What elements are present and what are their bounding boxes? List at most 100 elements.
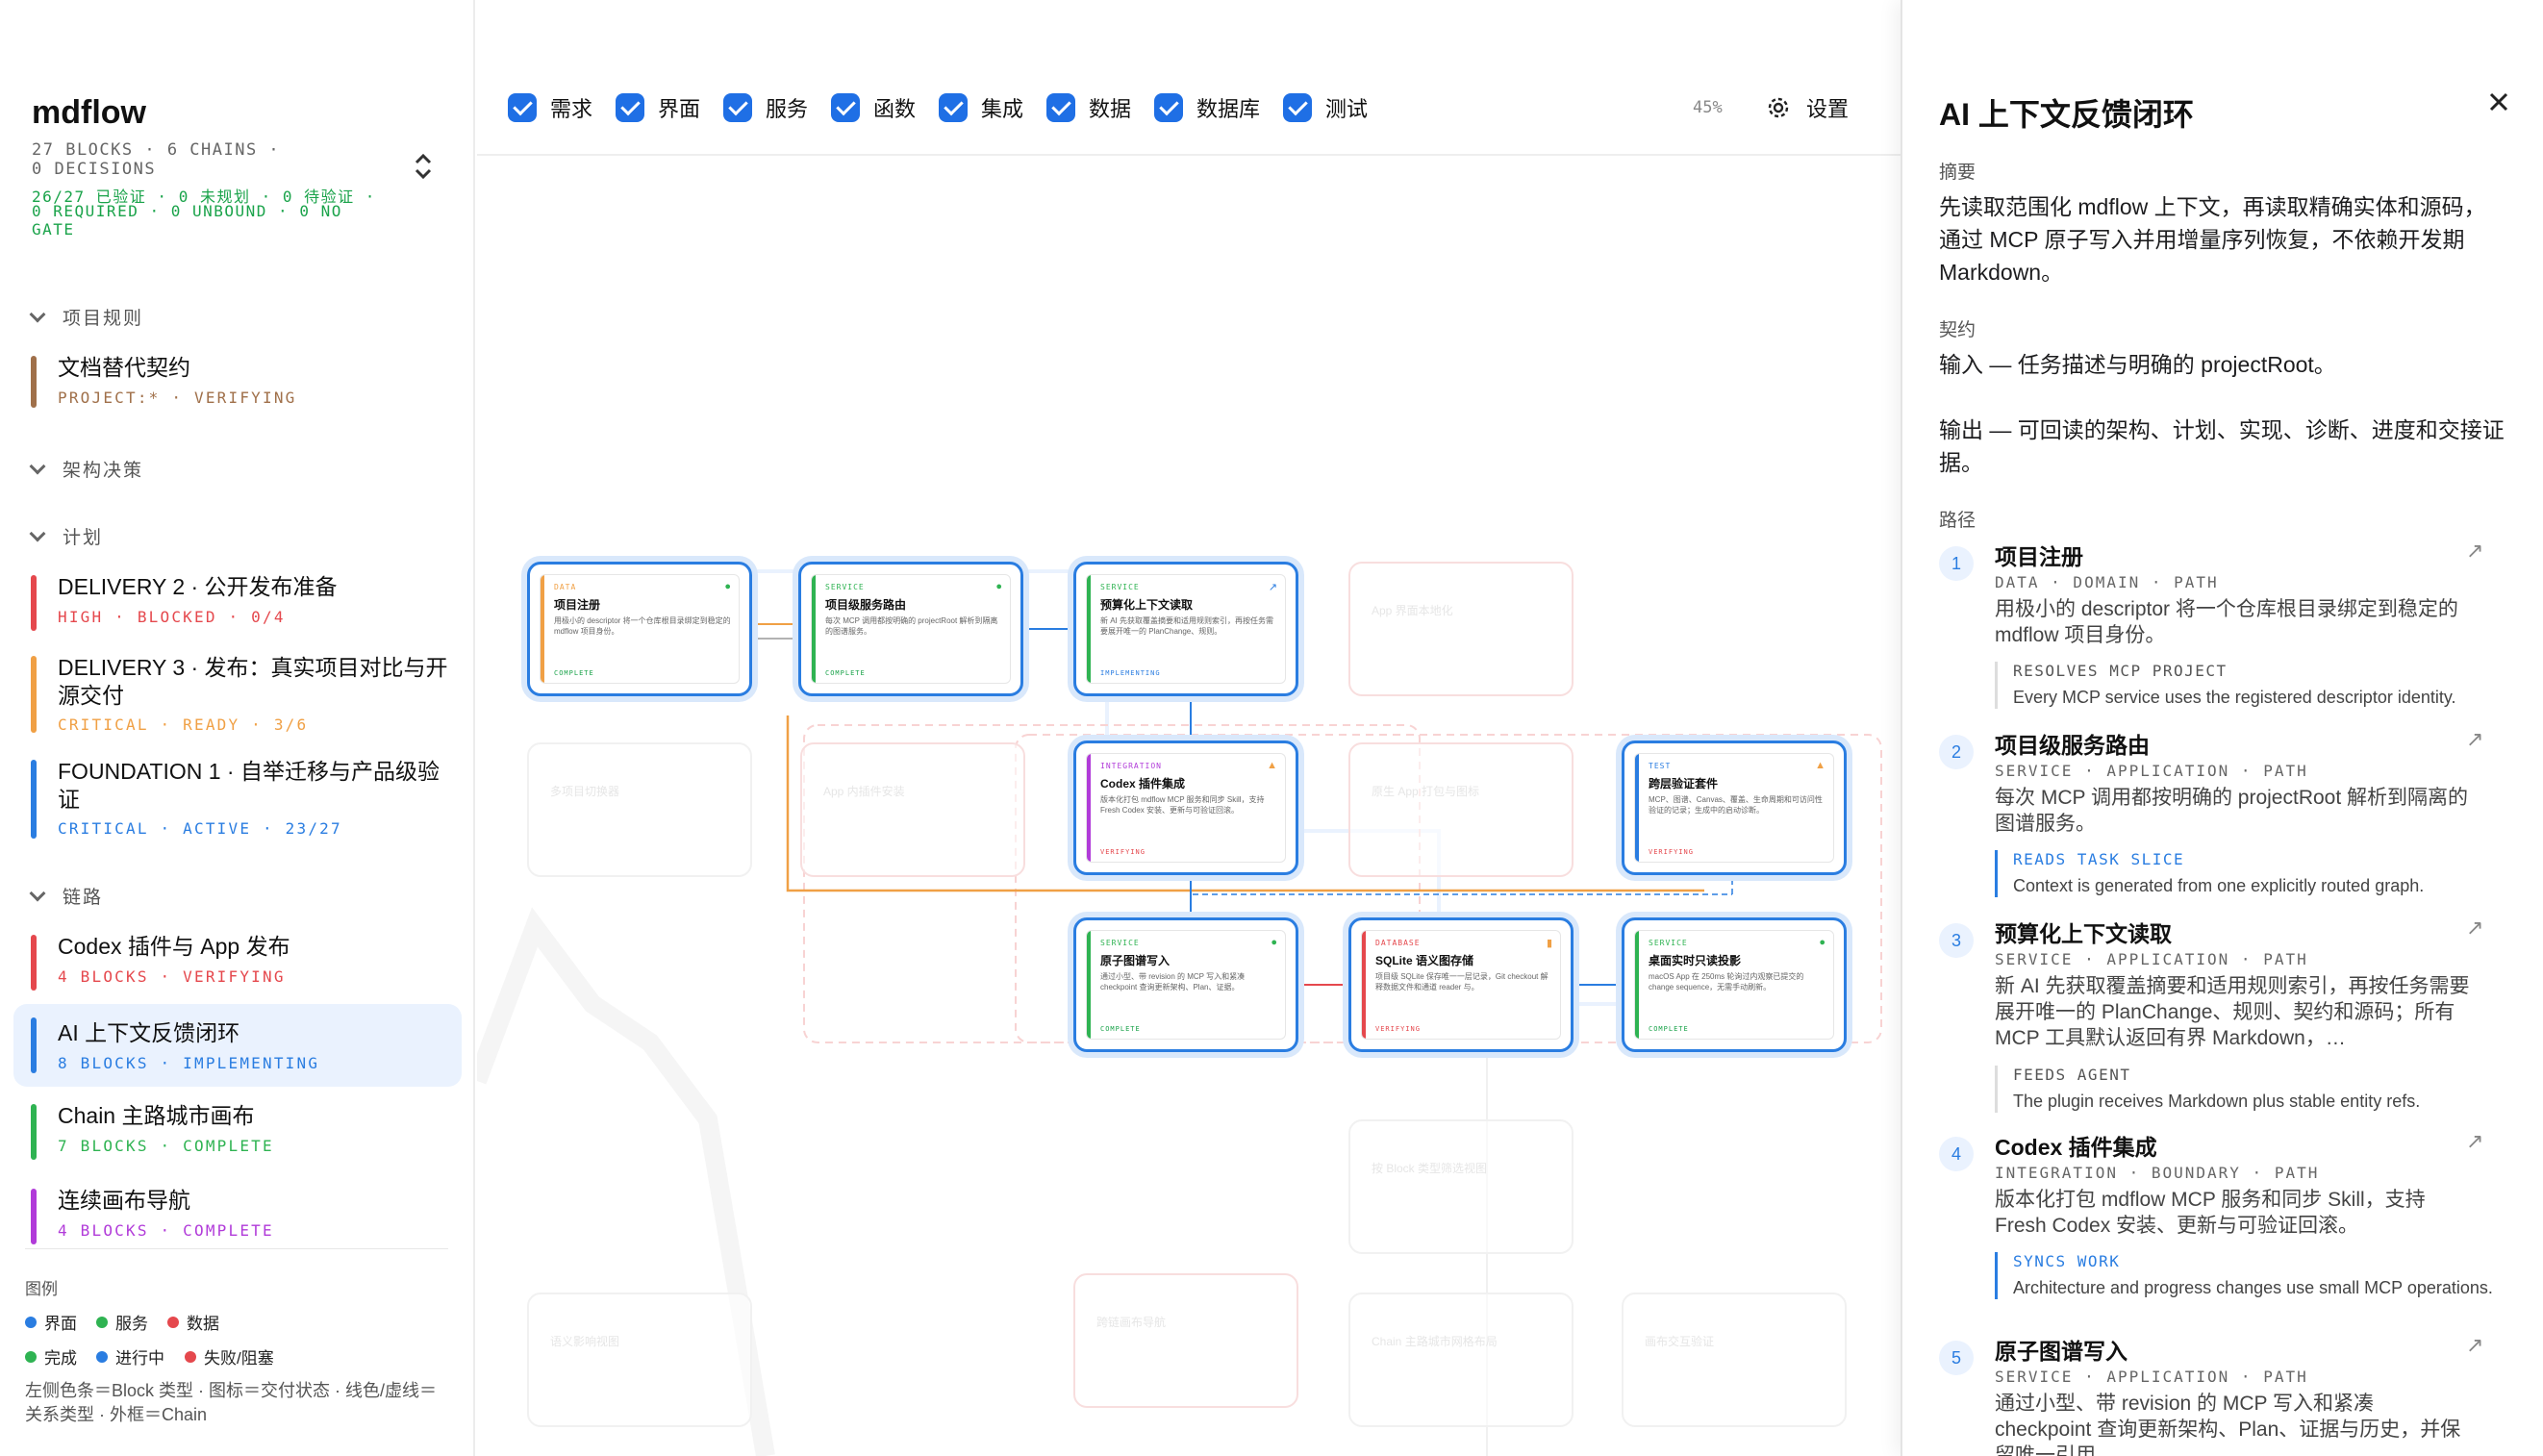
summary-label: 摘要 (1939, 163, 1976, 183)
project-title: mdflow (32, 94, 146, 131)
filter-data[interactable]: 数据 (1046, 92, 1131, 123)
path-step[interactable]: 4 Codex 插件集成 ↗ INTEGRATION · BOUNDARY · … (1939, 1129, 2516, 1331)
sidebar-item-chain[interactable]: Chain 主路城市画布 7 BLOCKS · COMPLETE (13, 1094, 462, 1166)
filter-database[interactable]: 数据库 (1154, 92, 1260, 123)
sidebar-item-chain-selected[interactable]: AI 上下文反馈闭环 8 BLOCKS · IMPLEMENTING (13, 1004, 462, 1087)
path-step[interactable]: 1 项目注册 ↗ DATA · DOMAIN · PATH 用极小的 descr… (1939, 539, 2516, 721)
project-meta-decisions: 0 DECISIONS (32, 160, 157, 179)
graph-canvas[interactable]: App 界面本地化 多项目切换器 App 内插件安装 原生 App 打包与图标 … (477, 158, 1901, 1456)
graph-node[interactable]: SERVICE ● 原子图谱写入 通过小型、带 revision 的 MCP 写… (1073, 917, 1298, 1052)
filter-function[interactable]: 函数 (831, 92, 916, 123)
in-progress-arrow-icon: ↗ (1268, 582, 1277, 593)
warning-icon: ▮ (1546, 938, 1552, 949)
checkbox-checked-icon[interactable] (831, 93, 860, 122)
sidebar-item-chain[interactable]: 连续画布导航 4 BLOCKS · COMPLETE (13, 1179, 462, 1250)
project-switcher-icon[interactable] (412, 152, 435, 181)
checkbox-checked-icon[interactable] (1283, 93, 1312, 122)
filter-integration[interactable]: 集成 (939, 92, 1023, 123)
relation: FEEDS AGENT The plugin receives Markdown… (1995, 1066, 2514, 1113)
checkbox-checked-icon[interactable] (616, 93, 644, 122)
legend-item: 服务 (96, 1310, 148, 1334)
faded-node[interactable]: 画布交互验证 (1622, 1293, 1847, 1427)
faded-node[interactable]: 跨链画布导航 (1073, 1273, 1298, 1408)
filter-test[interactable]: 测试 (1283, 92, 1368, 123)
legend-item: 数据 (167, 1310, 219, 1334)
open-arrow-icon[interactable]: ↗ (2466, 916, 2483, 941)
section-decisions[interactable]: 架构决策 (29, 456, 143, 482)
app-window: mdflow 27 BLOCKS · 6 CHAINS · 0 DECISION… (0, 0, 2543, 1456)
summary-text: 先读取范围化 mdflow 上下文，再读取精确实体和源码，通过 MCP 原子写入… (1939, 194, 2486, 285)
faded-node[interactable]: App 内插件安装 (800, 742, 1025, 877)
checkbox-checked-icon[interactable] (1154, 93, 1183, 122)
graph-node[interactable]: DATABASE ▮ SQLite 语义图存储 项目级 SQLite 保存唯一一… (1348, 917, 1574, 1052)
legend-item: 失败/阻塞 (185, 1344, 274, 1368)
faded-node[interactable]: 原生 App 打包与图标 (1348, 742, 1574, 877)
divider (25, 1248, 448, 1249)
faded-node[interactable]: 按 Block 类型筛选视图 (1348, 1119, 1574, 1254)
filter-service[interactable]: 服务 (723, 92, 808, 123)
contract-label: 契约 (1939, 320, 1976, 340)
contract-input: 输入 — 任务描述与明确的 projectRoot。 (1939, 352, 2336, 377)
open-arrow-icon[interactable]: ↗ (2466, 1129, 2483, 1154)
relation: RESOLVES MCP PROJECT Every MCP service u… (1995, 662, 2514, 709)
path-step[interactable]: 5 原子图谱写入 ↗ SERVICE · APPLICATION · PATH … (1939, 1333, 2516, 1456)
zoom-level: 45% (1693, 98, 1723, 117)
chevron-down-icon (29, 525, 46, 541)
filter-toolbar: 需求 界面 服务 函数 集成 数据 数据库 测试 45% 设置 (477, 85, 1901, 156)
sidebar-item-plan[interactable]: FOUNDATION 1 · 自举迁移与产品级验证 CRITICAL · ACT… (13, 750, 462, 846)
open-arrow-icon[interactable]: ↗ (2466, 1333, 2483, 1358)
faded-node[interactable]: Chain 主路城市网格布局 (1348, 1293, 1574, 1427)
complete-check-icon: ● (1819, 937, 1825, 948)
legend-item: 进行中 (96, 1344, 164, 1368)
section-plan[interactable]: 计划 (29, 523, 103, 549)
path-step[interactable]: 2 项目级服务路由 ↗ SERVICE · APPLICATION · PATH… (1939, 727, 2516, 910)
legend-note: 左侧色条＝Block 类型 · 图标＝交付状态 · 线色/虚线＝关系类型 · 外… (25, 1381, 438, 1424)
legend-heading: 图例 (25, 1280, 58, 1298)
chevron-down-icon (29, 885, 46, 901)
faded-node[interactable]: 语义影响视图 (527, 1293, 752, 1427)
section-project-rules[interactable]: 项目规则 (29, 304, 143, 330)
relation: SYNCS WORK Architecture and progress cha… (1995, 1252, 2514, 1299)
settings-button[interactable]: 设置 (1766, 92, 1849, 123)
filter-requirement[interactable]: 需求 (508, 92, 592, 123)
open-arrow-icon[interactable]: ↗ (2466, 727, 2483, 752)
checkbox-checked-icon[interactable] (723, 93, 752, 122)
graph-node[interactable]: SERVICE ↗ 预算化上下文读取 新 AI 先获取覆盖摘要和适用规则索引，再… (1073, 562, 1298, 696)
panel-title: AI 上下文反馈闭环 (1939, 97, 2194, 132)
chevron-down-icon (29, 458, 46, 474)
graph-node[interactable]: SERVICE ● 桌面实时只读投影 macOS App 在 250ms 轮询过… (1622, 917, 1847, 1052)
sidebar-item-plan[interactable]: DELIVERY 3 · 发布：真实项目对比与开源交付 CRITICAL · R… (13, 646, 462, 742)
contract-output: 输出 — 可回读的架构、计划、实现、诊断、进度和交接证据。 (1939, 417, 2505, 475)
verification-required: 0 REQUIRED · 0 UNBOUND · 0 NO (32, 202, 342, 220)
warning-icon: ▲ (1267, 760, 1277, 771)
checkbox-checked-icon[interactable] (508, 93, 537, 122)
graph-node[interactable]: SERVICE ● 项目级服务路由 每次 MCP 调用都按明确的 project… (798, 562, 1023, 696)
filter-ui[interactable]: 界面 (616, 92, 700, 123)
section-chains[interactable]: 链路 (29, 883, 103, 909)
checkbox-checked-icon[interactable] (1046, 93, 1075, 122)
sidebar-item-plan[interactable]: DELIVERY 2 · 公开发布准备 HIGH · BLOCKED · 0/4 (13, 565, 462, 637)
graph-node[interactable]: INTEGRATION ▲ Codex 插件集成 版本化打包 mdflow MC… (1073, 741, 1298, 875)
project-meta: 27 BLOCKS · 6 CHAINS · (32, 140, 281, 160)
complete-check-icon: ● (724, 581, 731, 592)
verification-gate: GATE (32, 220, 75, 238)
complete-check-icon: ● (1271, 937, 1277, 948)
chevron-down-icon (29, 306, 46, 322)
relation: READS TASK SLICE Context is generated fr… (1995, 850, 2514, 897)
complete-check-icon: ● (995, 581, 1002, 592)
legend-item: 完成 (25, 1344, 77, 1368)
graph-node[interactable]: TEST ▲ 跨层验证套件 MCP、图谱、Canvas、覆盖、生命周期和可访问性… (1622, 741, 1847, 875)
path-step[interactable]: 3 预算化上下文读取 ↗ SERVICE · APPLICATION · PAT… (1939, 916, 2516, 1127)
faded-node[interactable]: App 界面本地化 (1348, 562, 1574, 696)
sidebar: mdflow 27 BLOCKS · 6 CHAINS · 0 DECISION… (0, 0, 475, 1456)
sidebar-item-chain[interactable]: Codex 插件与 App 发布 4 BLOCKS · VERIFYING (13, 925, 462, 996)
gear-icon (1768, 97, 1789, 118)
open-arrow-icon[interactable]: ↗ (2466, 539, 2483, 564)
checkbox-checked-icon[interactable] (939, 93, 968, 122)
graph-node[interactable]: DATA ● 项目注册 用极小的 descriptor 将一个仓库根目录绑定到稳… (527, 562, 752, 696)
path-label: 路径 (1939, 511, 1976, 531)
close-icon[interactable] (2485, 88, 2512, 115)
faded-node[interactable]: 多项目切换器 (527, 742, 752, 877)
sidebar-item-rule[interactable]: 文档替代契约 PROJECT:* · VERIFYING (13, 346, 462, 417)
chain-detail-panel: AI 上下文反馈闭环 摘要 先读取范围化 mdflow 上下文，再读取精确实体和… (1901, 0, 2543, 1456)
